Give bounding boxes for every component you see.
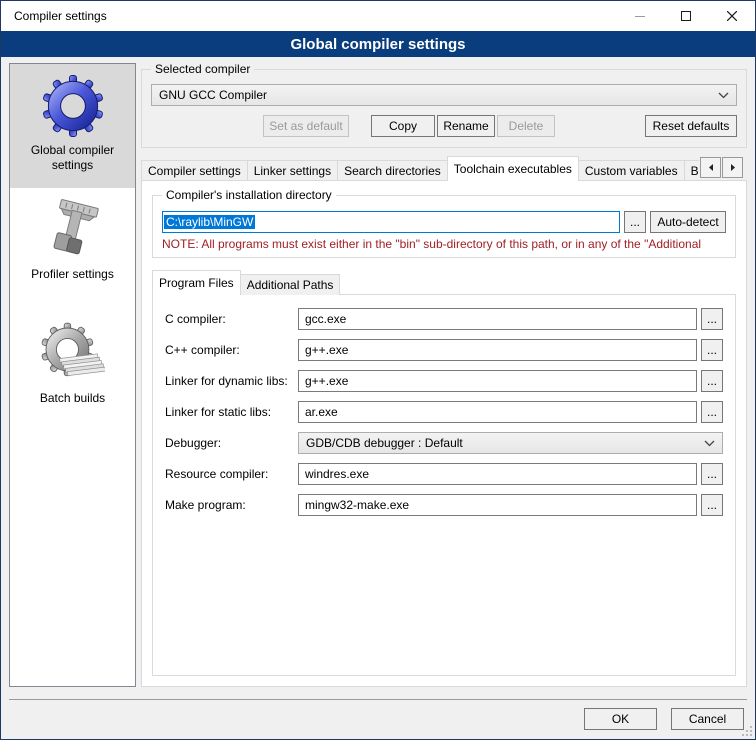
dynamic-linker-row: Linker for dynamic libs: ... <box>165 370 723 392</box>
ok-button[interactable]: OK <box>584 708 657 730</box>
chevron-down-icon <box>718 92 729 99</box>
installation-directory-value: C:\raylib\MinGW <box>164 215 255 229</box>
main-tabs: Compiler settings Linker settings Search… <box>141 156 699 181</box>
tab-scroll-arrows <box>699 157 743 178</box>
reset-defaults-button[interactable]: Reset defaults <box>645 115 737 137</box>
installation-note: NOTE: All programs must exist either in … <box>162 237 726 251</box>
make-program-browse-button[interactable]: ... <box>701 494 723 516</box>
tab-compiler-settings[interactable]: Compiler settings <box>141 160 248 181</box>
tab-build-options[interactable]: Build options <box>684 160 699 181</box>
cpp-compiler-browse-button[interactable]: ... <box>701 339 723 361</box>
sidebar-item-label: Batch builds <box>36 391 109 406</box>
debugger-row: Debugger: GDB/CDB debugger : Default <box>165 432 723 454</box>
static-linker-row: Linker for static libs: ... <box>165 401 723 423</box>
chevron-down-icon <box>704 440 715 447</box>
sidebar-item-label: Global compiler settings <box>10 143 135 173</box>
resource-compiler-input[interactable] <box>298 463 697 485</box>
static-linker-browse-button[interactable]: ... <box>701 401 723 423</box>
settings-pane: Selected compiler GNU GCC Compiler Set a… <box>141 57 747 687</box>
window-title: Compiler settings <box>1 9 107 23</box>
maximize-icon <box>681 11 691 21</box>
compiler-select[interactable]: GNU GCC Compiler <box>151 84 737 106</box>
settings-category-list: Global compiler settings <box>9 63 136 687</box>
close-icon <box>727 11 737 21</box>
sidebar-item-batch-builds[interactable]: Batch builds <box>10 312 135 436</box>
sidebar-item-profiler-settings[interactable]: Profiler settings <box>10 188 135 312</box>
tab-toolchain-executables[interactable]: Toolchain executables <box>447 156 579 181</box>
c-compiler-row: C compiler: ... <box>165 308 723 330</box>
program-files-tabstrip: Program Files Additional Paths <box>152 270 736 295</box>
debugger-select[interactable]: GDB/CDB debugger : Default <box>298 432 723 454</box>
program-files-page: C compiler: ... C++ compiler: ... <box>152 294 736 676</box>
debugger-label: Debugger: <box>165 436 298 450</box>
blue-gear-icon <box>41 74 105 138</box>
installation-directory-row: C:\raylib\MinGW ... Auto-detect <box>162 211 726 233</box>
make-program-label: Make program: <box>165 498 298 512</box>
tab-scroll-left-button[interactable] <box>700 157 721 178</box>
page-title: Global compiler settings <box>1 31 755 57</box>
dynamic-linker-label: Linker for dynamic libs: <box>165 374 298 388</box>
tab-search-directories[interactable]: Search directories <box>337 160 448 181</box>
cancel-button[interactable]: Cancel <box>671 708 744 730</box>
minimize-icon <box>635 11 645 21</box>
resize-grip[interactable] <box>741 725 753 737</box>
make-program-input[interactable] <box>298 494 697 516</box>
installation-directory-group: Compiler's installation directory C:\ray… <box>152 195 736 258</box>
compiler-settings-dialog: Compiler settings Global compiler settin… <box>0 0 756 740</box>
tab-additional-paths[interactable]: Additional Paths <box>240 274 341 295</box>
tab-custom-variables[interactable]: Custom variables <box>578 160 685 181</box>
caliper-icon <box>41 198 105 262</box>
caption-buttons <box>617 1 755 31</box>
maximize-button[interactable] <box>663 1 709 31</box>
tab-program-files[interactable]: Program Files <box>152 270 241 295</box>
debugger-select-value: GDB/CDB debugger : Default <box>306 436 704 450</box>
c-compiler-input[interactable] <box>298 308 697 330</box>
set-as-default-button[interactable]: Set as default <box>263 115 349 137</box>
c-compiler-label: C compiler: <box>165 312 298 326</box>
program-files-tabs: Program Files Additional Paths <box>152 270 736 295</box>
rename-button[interactable]: Rename <box>437 115 495 137</box>
auto-detect-button[interactable]: Auto-detect <box>650 211 726 233</box>
resource-compiler-row: Resource compiler: ... <box>165 463 723 485</box>
c-compiler-browse-button[interactable]: ... <box>701 308 723 330</box>
resource-compiler-browse-button[interactable]: ... <box>701 463 723 485</box>
dialog-body: Global compiler settings <box>1 57 755 699</box>
copy-button[interactable]: Copy <box>371 115 435 137</box>
static-linker-input[interactable] <box>298 401 697 423</box>
selected-compiler-label: Selected compiler <box>151 62 254 76</box>
footer-buttons: OK Cancel <box>584 708 744 730</box>
dialog-footer: OK Cancel <box>1 699 755 739</box>
dynamic-linker-input[interactable] <box>298 370 697 392</box>
sidebar-item-label: Profiler settings <box>27 267 118 282</box>
sidebar-item-global-compiler-settings[interactable]: Global compiler settings <box>10 64 135 188</box>
gray-gear-stack-icon <box>41 322 105 386</box>
installation-directory-input[interactable]: C:\raylib\MinGW <box>162 211 620 233</box>
make-program-row: Make program: ... <box>165 494 723 516</box>
titlebar: Compiler settings <box>1 1 755 31</box>
arrow-right-icon <box>729 163 737 172</box>
tab-scroll-right-button[interactable] <box>722 157 743 178</box>
browse-directory-button[interactable]: ... <box>624 211 646 233</box>
resource-compiler-label: Resource compiler: <box>165 467 298 481</box>
compiler-select-value: GNU GCC Compiler <box>159 88 718 102</box>
main-tabstrip: Compiler settings Linker settings Search… <box>141 156 747 181</box>
toolchain-executables-page: Compiler's installation directory C:\ray… <box>141 180 747 687</box>
footer-separator <box>9 699 747 700</box>
minimize-button[interactable] <box>617 1 663 31</box>
installation-directory-label: Compiler's installation directory <box>162 188 336 202</box>
tab-linker-settings[interactable]: Linker settings <box>247 160 338 181</box>
close-button[interactable] <box>709 1 755 31</box>
cpp-compiler-input[interactable] <box>298 339 697 361</box>
dynamic-linker-browse-button[interactable]: ... <box>701 370 723 392</box>
selected-compiler-group: Selected compiler GNU GCC Compiler Set a… <box>141 69 747 148</box>
delete-button[interactable]: Delete <box>497 115 555 137</box>
arrow-left-icon <box>707 163 715 172</box>
compiler-buttons-row: Set as default Copy Rename Delete Reset … <box>151 115 737 137</box>
cpp-compiler-row: C++ compiler: ... <box>165 339 723 361</box>
static-linker-label: Linker for static libs: <box>165 405 298 419</box>
cpp-compiler-label: C++ compiler: <box>165 343 298 357</box>
